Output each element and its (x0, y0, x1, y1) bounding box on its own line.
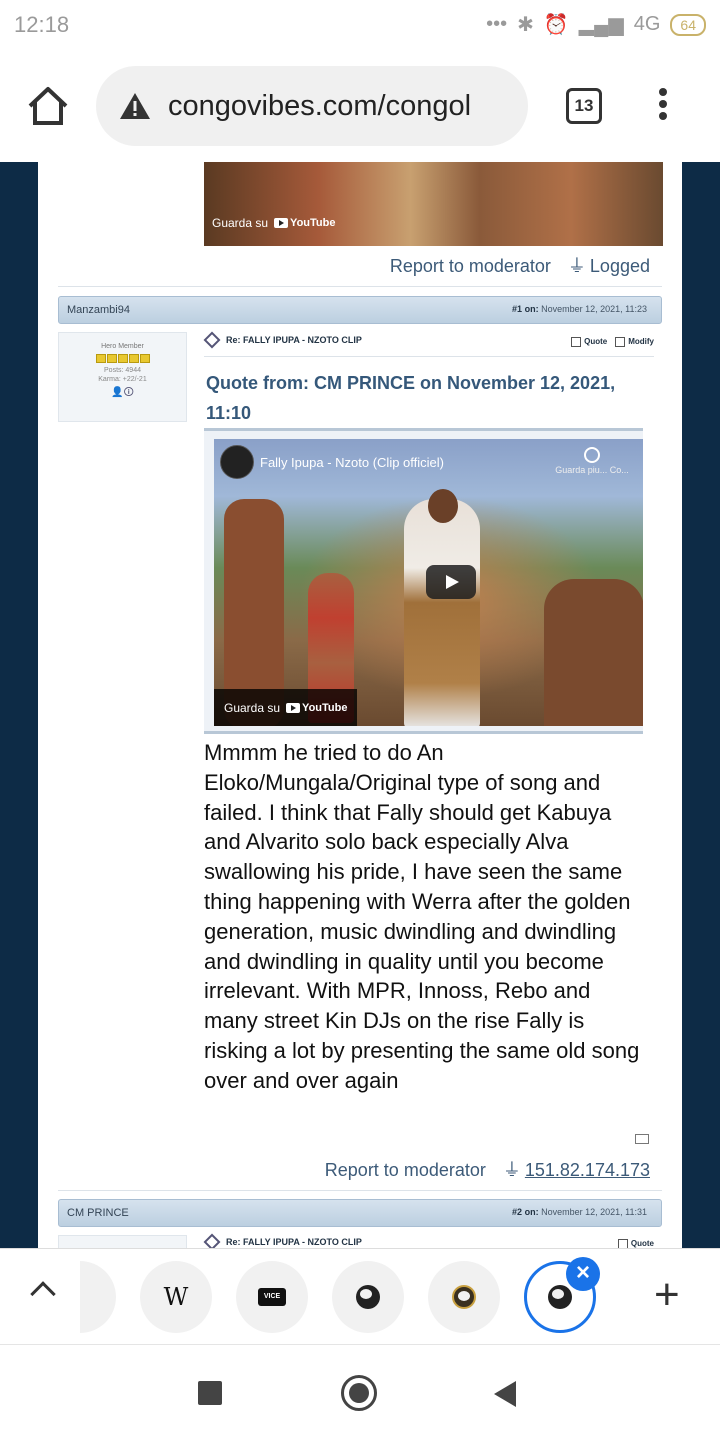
more-dots-icon: ••• (486, 13, 508, 35)
youtube-icon (286, 703, 301, 713)
video-figure (428, 489, 458, 523)
home-icon[interactable] (26, 84, 70, 128)
post-actions: Quote (617, 1239, 654, 1248)
divider (58, 1190, 662, 1191)
globe-icon (548, 1285, 572, 1309)
address-bar[interactable]: congovibes.com/congol (96, 66, 528, 146)
quote-icon (617, 1239, 628, 1248)
video-embed[interactable]: Fally Ipupa - Nzoto (Clip officiel) Guar… (214, 439, 643, 726)
video-figure (404, 499, 480, 726)
quote-icon (571, 337, 582, 347)
tab-strip: W VICE × + (0, 1248, 720, 1344)
url-text[interactable]: congovibes.com/congol (168, 90, 471, 123)
report-link[interactable]: Report to moderator (390, 256, 551, 276)
post-header: Manzambi94 #1 on: November 12, 2021, 11:… (58, 296, 662, 324)
ip-icon: ⏚ (502, 1160, 521, 1180)
forum-content: Guarda su YouTube Report to moderator ⏚ L… (38, 162, 682, 1248)
post-footer: Report to moderator ⏚ 151.82.174.173 (313, 1156, 650, 1182)
watch-later-button[interactable]: Guarda piu... Co... (552, 447, 632, 475)
clock: 12:18 (14, 12, 70, 37)
karma: Karma: +22/-21 (98, 376, 147, 383)
warning-icon[interactable] (118, 91, 152, 121)
ip-address[interactable]: 151.82.174.173 (525, 1160, 650, 1180)
post-body: Mmmm he tried to do An Eloko/Mungala/Ori… (204, 740, 640, 1093)
battery-icon: 64 (670, 13, 706, 36)
tab-wikipedia[interactable]: W (140, 1261, 212, 1333)
channel-avatar[interactable] (220, 445, 254, 479)
alarm-icon: ⏰ (543, 14, 569, 36)
report-link[interactable]: Report to moderator (325, 1160, 486, 1180)
quote-block: Fally Ipupa - Nzoto (Clip officiel) Guar… (204, 428, 643, 734)
quote-button[interactable]: Quote (617, 1239, 654, 1248)
tab-partial[interactable] (80, 1261, 116, 1333)
subject-icon (203, 1233, 221, 1248)
chevron-up-icon[interactable] (30, 1281, 56, 1307)
wikipedia-icon: W (163, 1283, 189, 1311)
overflow-menu-icon[interactable] (656, 88, 670, 128)
tab-site[interactable] (428, 1261, 500, 1333)
play-button[interactable] (426, 565, 476, 599)
video-figure (544, 579, 643, 726)
profile-icons[interactable]: 👤🛈 (59, 385, 186, 402)
system-nav-bar (0, 1344, 720, 1440)
post-meta: #2 on: November 12, 2021, 11:31 (512, 1207, 647, 1217)
post-author[interactable]: CM PRINCE (67, 1207, 129, 1219)
post-meta: #1 on: November 12, 2021, 11:23 (512, 304, 647, 314)
new-tab-button[interactable]: + (654, 1273, 680, 1317)
post-date: November 12, 2021, 11:23 (541, 304, 647, 314)
previous-video-embed[interactable]: Guarda su YouTube (204, 162, 663, 246)
post-actions: Quote Modify (571, 337, 654, 347)
browser-toolbar: congovibes.com/congol 13 (0, 52, 720, 162)
network-type: 4G (633, 13, 661, 35)
logged-icon: ⏚ (567, 256, 586, 276)
post-number[interactable]: #2 (512, 1207, 522, 1217)
vice-icon: VICE (258, 1288, 286, 1306)
post-count: Posts: 4944 (104, 367, 141, 374)
post-subject[interactable]: Re: FALLY IPUPA - NZOTO CLIP (203, 1233, 362, 1248)
tab-globe[interactable] (332, 1261, 404, 1333)
report-pencil-icon[interactable] (635, 1134, 649, 1144)
clock-icon (584, 447, 600, 463)
post-author[interactable]: Manzambi94 (67, 304, 130, 316)
watch-on-youtube[interactable]: Guarda su YouTube (214, 689, 358, 726)
author-profile: Hero Member Posts: 4944 Karma: +22/-21 👤… (58, 332, 187, 422)
post-number[interactable]: #1 (512, 304, 522, 314)
author-profile (58, 1235, 187, 1248)
video-title[interactable]: Fally Ipupa - Nzoto (Clip officiel) (260, 455, 444, 470)
status-icons: ••• ✱ ⏰ ▂▄▆ 4G 64 (486, 12, 706, 37)
divider (58, 286, 662, 287)
subject-icon (203, 331, 221, 349)
tab-switcher-button[interactable]: 13 (566, 88, 602, 124)
recents-icon[interactable] (198, 1381, 222, 1405)
previous-post-footer: Report to moderator ⏚ Logged (378, 252, 650, 278)
back-icon[interactable] (494, 1381, 516, 1407)
rank-stars (59, 354, 186, 363)
home-nav-icon[interactable] (341, 1375, 377, 1411)
post-header: CM PRINCE #2 on: November 12, 2021, 11:3… (58, 1199, 662, 1227)
post-date: November 12, 2021, 11:31 (541, 1207, 647, 1217)
watch-on-youtube[interactable]: Guarda su YouTube (212, 216, 335, 230)
quote-header[interactable]: Quote from: CM PRINCE on November 12, 20… (206, 368, 626, 428)
close-tab-icon[interactable]: × (566, 1257, 600, 1291)
divider (204, 356, 654, 357)
bluetooth-icon: ✱ (517, 14, 534, 36)
signal-icon: ▂▄▆ (578, 14, 624, 36)
site-logo-icon (452, 1285, 476, 1309)
web-page: Guarda su YouTube Report to moderator ⏚ L… (0, 162, 720, 1248)
logged-label: Logged (589, 256, 650, 276)
tab-vice[interactable]: VICE (236, 1261, 308, 1333)
quote-button[interactable]: Quote (571, 337, 607, 347)
globe-icon (356, 1285, 380, 1309)
modify-icon (615, 337, 626, 347)
member-rank: Hero Member (101, 343, 144, 350)
status-bar: 12:18 ••• ✱ ⏰ ▂▄▆ 4G 64 (0, 0, 720, 52)
post-subject[interactable]: Re: FALLY IPUPA - NZOTO CLIP (203, 331, 362, 349)
modify-button[interactable]: Modify (615, 337, 654, 347)
